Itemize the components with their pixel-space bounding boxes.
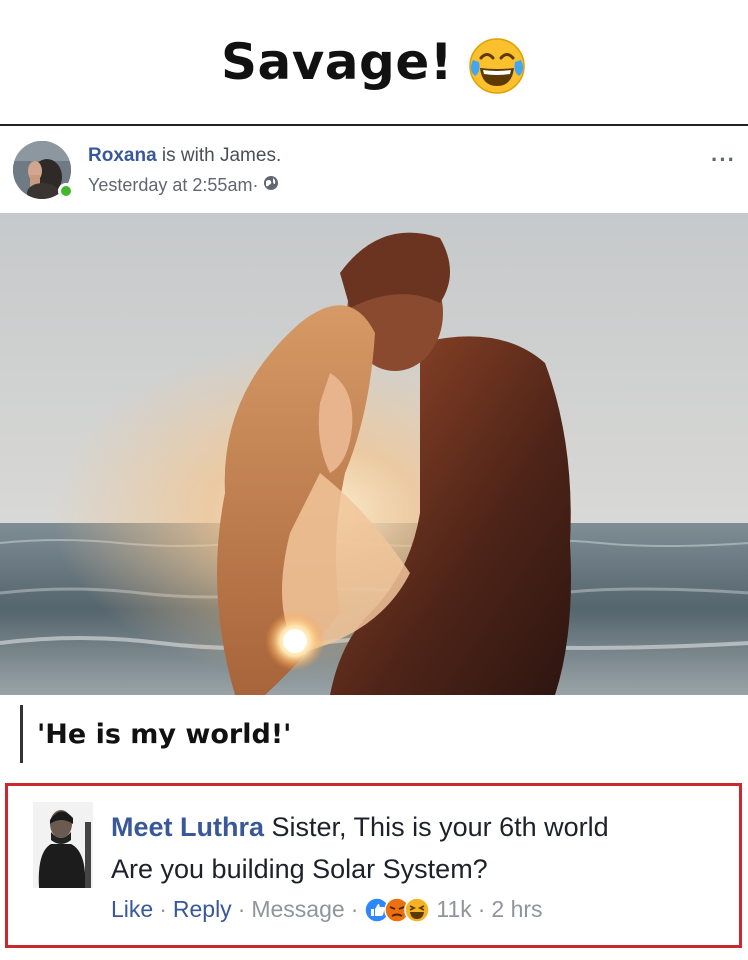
comment-line-1-text: Sister, This is your 6th world — [264, 812, 609, 842]
separator-dot: · — [350, 896, 359, 922]
post-header: Roxana is with James. Yesterday at 2:55a… — [0, 127, 748, 213]
reaction-count[interactable]: 11k — [436, 896, 471, 923]
post-author-link[interactable]: Roxana — [88, 145, 157, 166]
meme-header: Savage! — [0, 0, 748, 124]
separator-dot: · — [237, 896, 246, 922]
online-status-dot — [58, 183, 74, 199]
post-author-line: Roxana is with James. — [88, 145, 281, 167]
meme-title: Savage! — [220, 33, 454, 91]
message-link[interactable]: Message — [251, 896, 344, 923]
comment-line-2: Are you building Solar System? — [111, 854, 488, 884]
commenter-name-link[interactable]: Meet Luthra — [111, 812, 264, 842]
reaction-icons[interactable] — [364, 896, 431, 923]
highlighted-comment: Meet Luthra Sister, This is your 6th wor… — [5, 783, 742, 948]
comment-text: Meet Luthra Sister, This is your 6th wor… — [111, 806, 609, 890]
post-with-text: is with James. — [156, 145, 282, 166]
post-meta: Yesterday at 2:55am · — [88, 175, 279, 196]
reply-link[interactable]: Reply — [173, 896, 232, 923]
like-link[interactable]: Like — [111, 896, 153, 923]
commenter-avatar[interactable] — [33, 802, 93, 888]
post-more-button[interactable]: ··· — [711, 147, 736, 173]
post-caption: 'He is my world!' — [20, 705, 291, 763]
comment-actions: Like · Reply · Message · 11k · 2 hrs — [111, 896, 543, 923]
header-divider — [0, 124, 748, 126]
globe-icon[interactable] — [263, 175, 279, 196]
post-photo[interactable] — [0, 213, 748, 695]
post-meta-separator: · — [252, 175, 259, 195]
comment-time[interactable]: 2 hrs — [491, 896, 542, 923]
separator-dot: · — [159, 896, 167, 922]
haha-icon — [404, 896, 431, 923]
comment-line-1: Meet Luthra Sister, This is your 6th wor… — [111, 806, 609, 848]
separator-dot: · — [477, 896, 486, 922]
post-timestamp[interactable]: Yesterday at 2:55am — [88, 175, 252, 196]
tears-of-joy-emoji — [467, 36, 527, 101]
